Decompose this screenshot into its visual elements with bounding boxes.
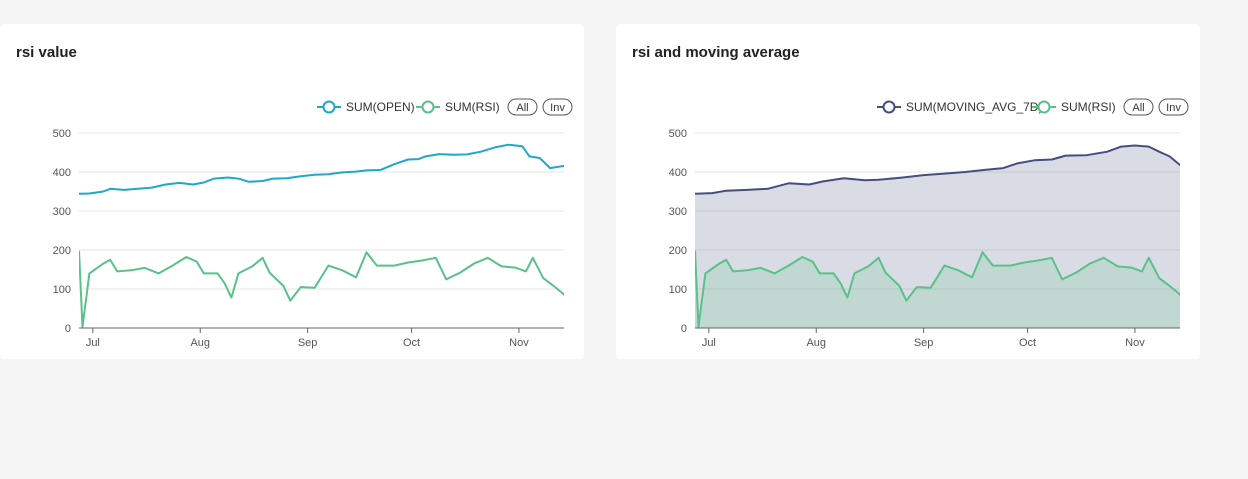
legend-toggle-label: All	[516, 102, 528, 114]
y-tick-label: 0	[681, 323, 687, 335]
y-tick-label: 300	[669, 206, 687, 218]
legend: SUM(MOVING_AVG_7D) SUM(RSI) All Inv	[877, 98, 1189, 116]
legend-toggle-label: All	[1132, 102, 1144, 114]
legend-item: SUM(RSI)	[1032, 100, 1116, 114]
x-tick-label: Nov	[1125, 337, 1145, 349]
legend-item: SUM(MOVING_AVG_7D)	[877, 100, 1042, 114]
legend-label: SUM(RSI)	[1061, 100, 1116, 114]
legend-circle-icon	[322, 100, 336, 114]
legend-toggle-all[interactable]: All	[507, 98, 538, 116]
legend-circle-icon	[882, 100, 896, 114]
legend-toggle-all[interactable]: All	[1123, 98, 1154, 116]
legend-item: SUM(OPEN)	[317, 100, 415, 114]
legend-toggle-label: Inv	[1166, 102, 1181, 114]
chart-card-rsi-moving-average: rsi and moving average SUM(MOVING_AVG_7D…	[616, 24, 1200, 359]
legend-toggle-label: Inv	[550, 102, 565, 114]
y-tick-label: 0	[65, 323, 71, 335]
legend-label: SUM(MOVING_AVG_7D)	[906, 100, 1042, 114]
plot-area	[695, 144, 1180, 328]
x-tick-label: Sep	[914, 337, 934, 349]
x-tick-label: Sep	[298, 337, 318, 349]
y-tick-label: 500	[669, 128, 687, 140]
y-tick-label: 200	[53, 245, 71, 257]
x-tick-label: Aug	[806, 337, 826, 349]
x-tick-label: Jul	[702, 337, 716, 349]
legend-label: SUM(OPEN)	[346, 100, 415, 114]
legend-item: SUM(RSI)	[416, 100, 500, 114]
y-tick-label: 400	[53, 167, 71, 179]
chart-rsi-value: SUM(OPEN) SUM(RSI) All Inv 0 100 200 300 400 500 J…	[53, 98, 573, 349]
chart-rsi-moving-average: SUM(MOVING_AVG_7D) SUM(RSI) All Inv 0 100 200 3…	[669, 98, 1189, 349]
y-tick-label: 200	[669, 245, 687, 257]
y-tick-label: 300	[53, 206, 71, 218]
y-tick-label: 100	[53, 284, 71, 296]
x-tick-label: Oct	[403, 337, 420, 349]
legend-circle-icon	[1037, 100, 1051, 114]
legend: SUM(OPEN) SUM(RSI) All Inv	[317, 98, 573, 116]
legend-toggle-inv[interactable]: Inv	[542, 98, 573, 116]
legend-label: SUM(RSI)	[445, 100, 500, 114]
x-tick-label: Aug	[190, 337, 210, 349]
series-line	[79, 143, 564, 195]
chart-card-rsi-value: rsi value SUM(OPEN) SUM(RSI) All Inv 0 100 200…	[0, 24, 584, 359]
y-tick-label: 400	[669, 167, 687, 179]
x-tick-label: Oct	[1019, 337, 1036, 349]
legend-toggle-inv[interactable]: Inv	[1158, 98, 1189, 116]
y-tick-label: 100	[669, 284, 687, 296]
y-tick-label: 500	[53, 128, 71, 140]
x-tick-label: Jul	[86, 337, 100, 349]
legend-circle-icon	[421, 100, 435, 114]
x-tick-label: Nov	[509, 337, 529, 349]
